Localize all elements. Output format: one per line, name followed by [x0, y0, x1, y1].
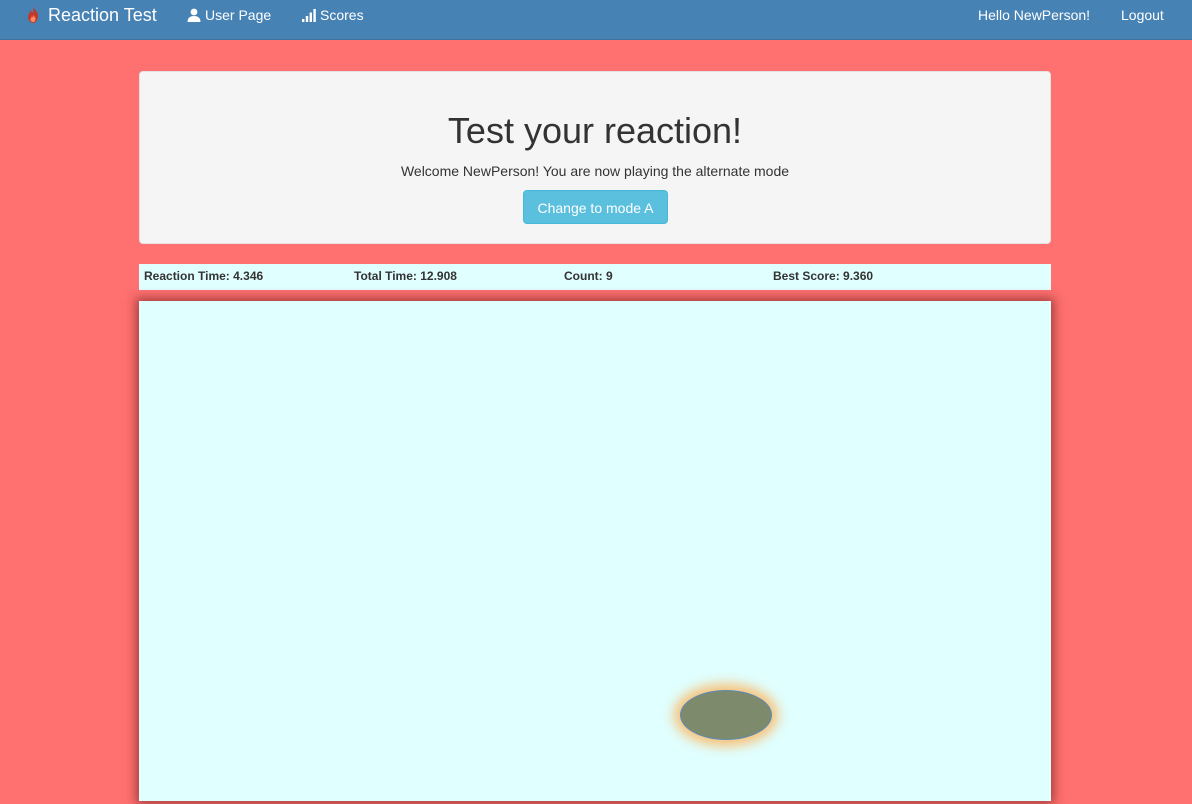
best-score-stat: Best Score: 9.360: [773, 269, 874, 283]
signal-bars-icon: [302, 8, 316, 22]
welcome-message: Welcome NewPerson! You are now playing t…: [400, 163, 790, 179]
nav-scores-label: Scores: [320, 7, 364, 23]
fire-icon: [28, 6, 38, 23]
header-panel: Test your reaction! Welcome NewPerson! Y…: [139, 71, 1051, 244]
reaction-time-stat: Reaction Time: 4.346: [144, 269, 264, 283]
nav-user-page[interactable]: User Page: [187, 0, 271, 30]
change-mode-button[interactable]: Change to mode A: [523, 190, 668, 224]
brand-label: Reaction Test: [48, 4, 157, 25]
page-title: Test your reaction!: [447, 110, 743, 151]
greeting-text: Hello NewPerson!: [978, 7, 1091, 23]
user-icon: [187, 8, 201, 22]
top-navbar: Reaction Test User Page Scores Hello New…: [0, 0, 1192, 40]
nav-user-page-label: User Page: [205, 7, 272, 23]
nav-scores[interactable]: Scores: [302, 0, 364, 30]
stats-bar: Reaction Time: 4.346 Total Time: 12.908 …: [139, 264, 1051, 290]
brand-link[interactable]: Reaction Test: [25, 0, 157, 30]
logout-link[interactable]: Logout: [1121, 0, 1164, 30]
total-time-stat: Total Time: 12.908: [354, 269, 457, 283]
game-area[interactable]: [139, 301, 1051, 801]
count-stat: Count: 9: [564, 269, 613, 283]
reaction-target[interactable]: [680, 690, 772, 740]
